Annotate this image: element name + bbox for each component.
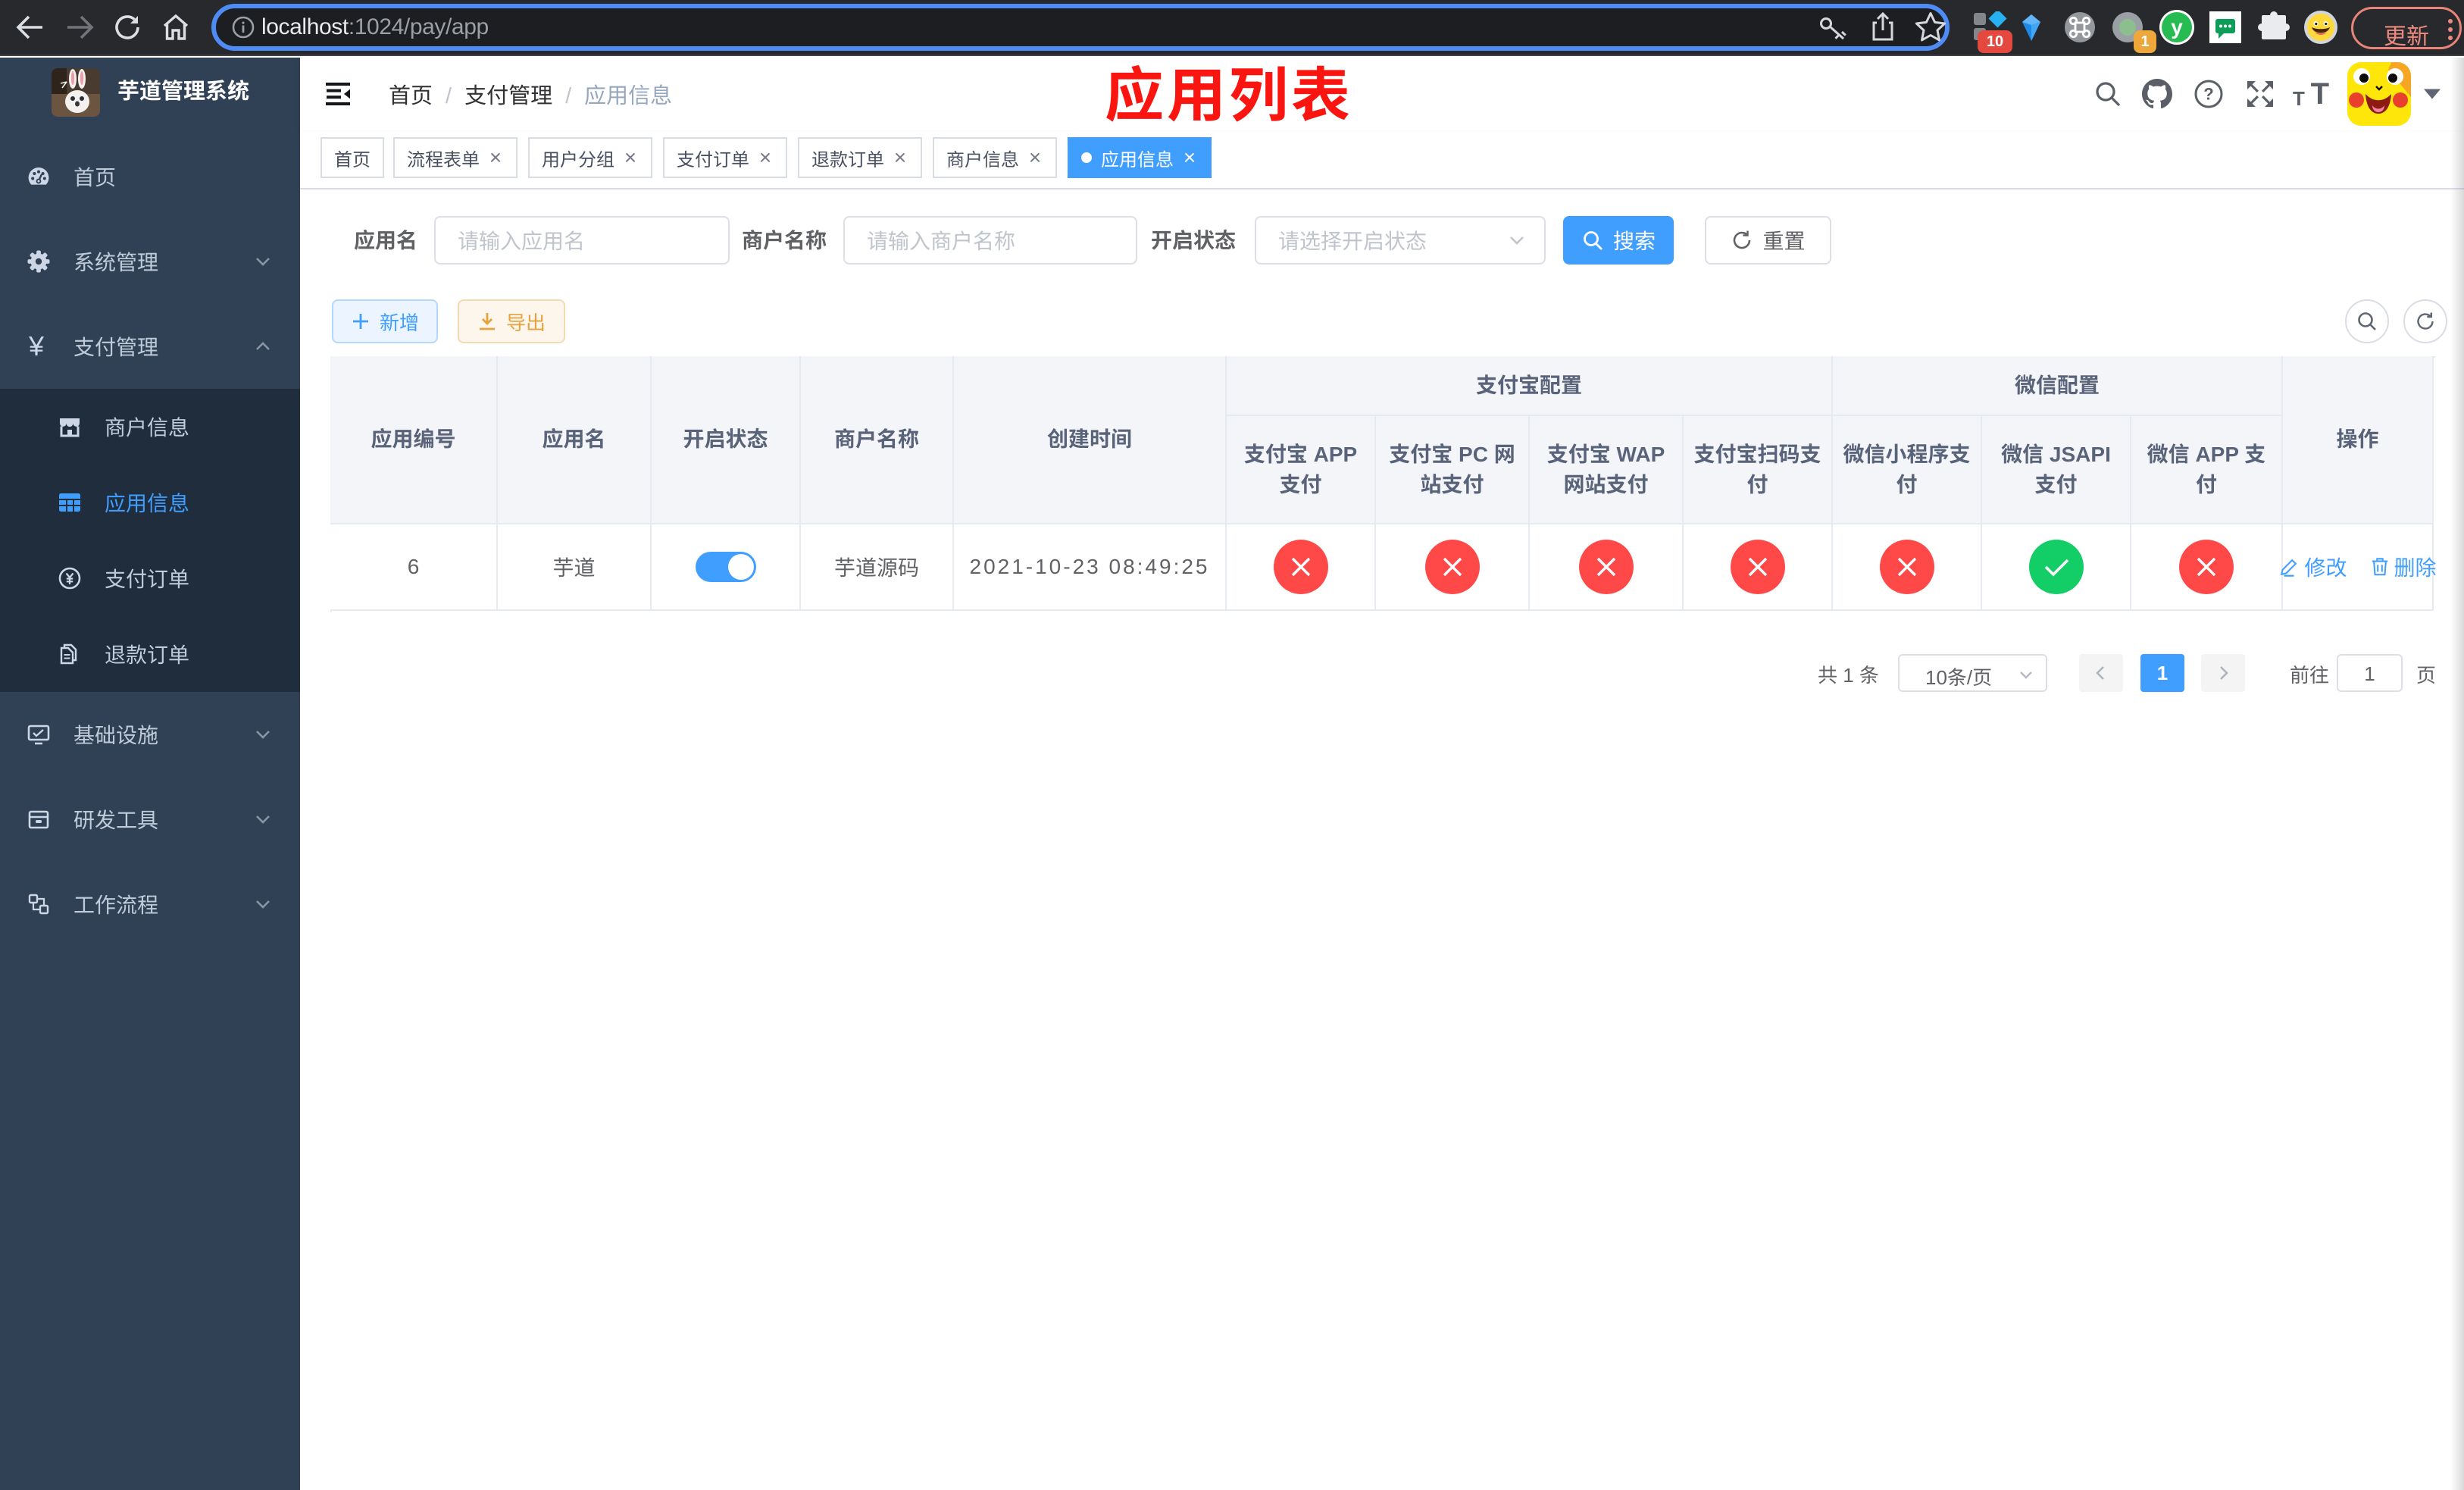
svg-text:y: y (2171, 15, 2183, 39)
svg-text:?: ? (2203, 85, 2213, 104)
